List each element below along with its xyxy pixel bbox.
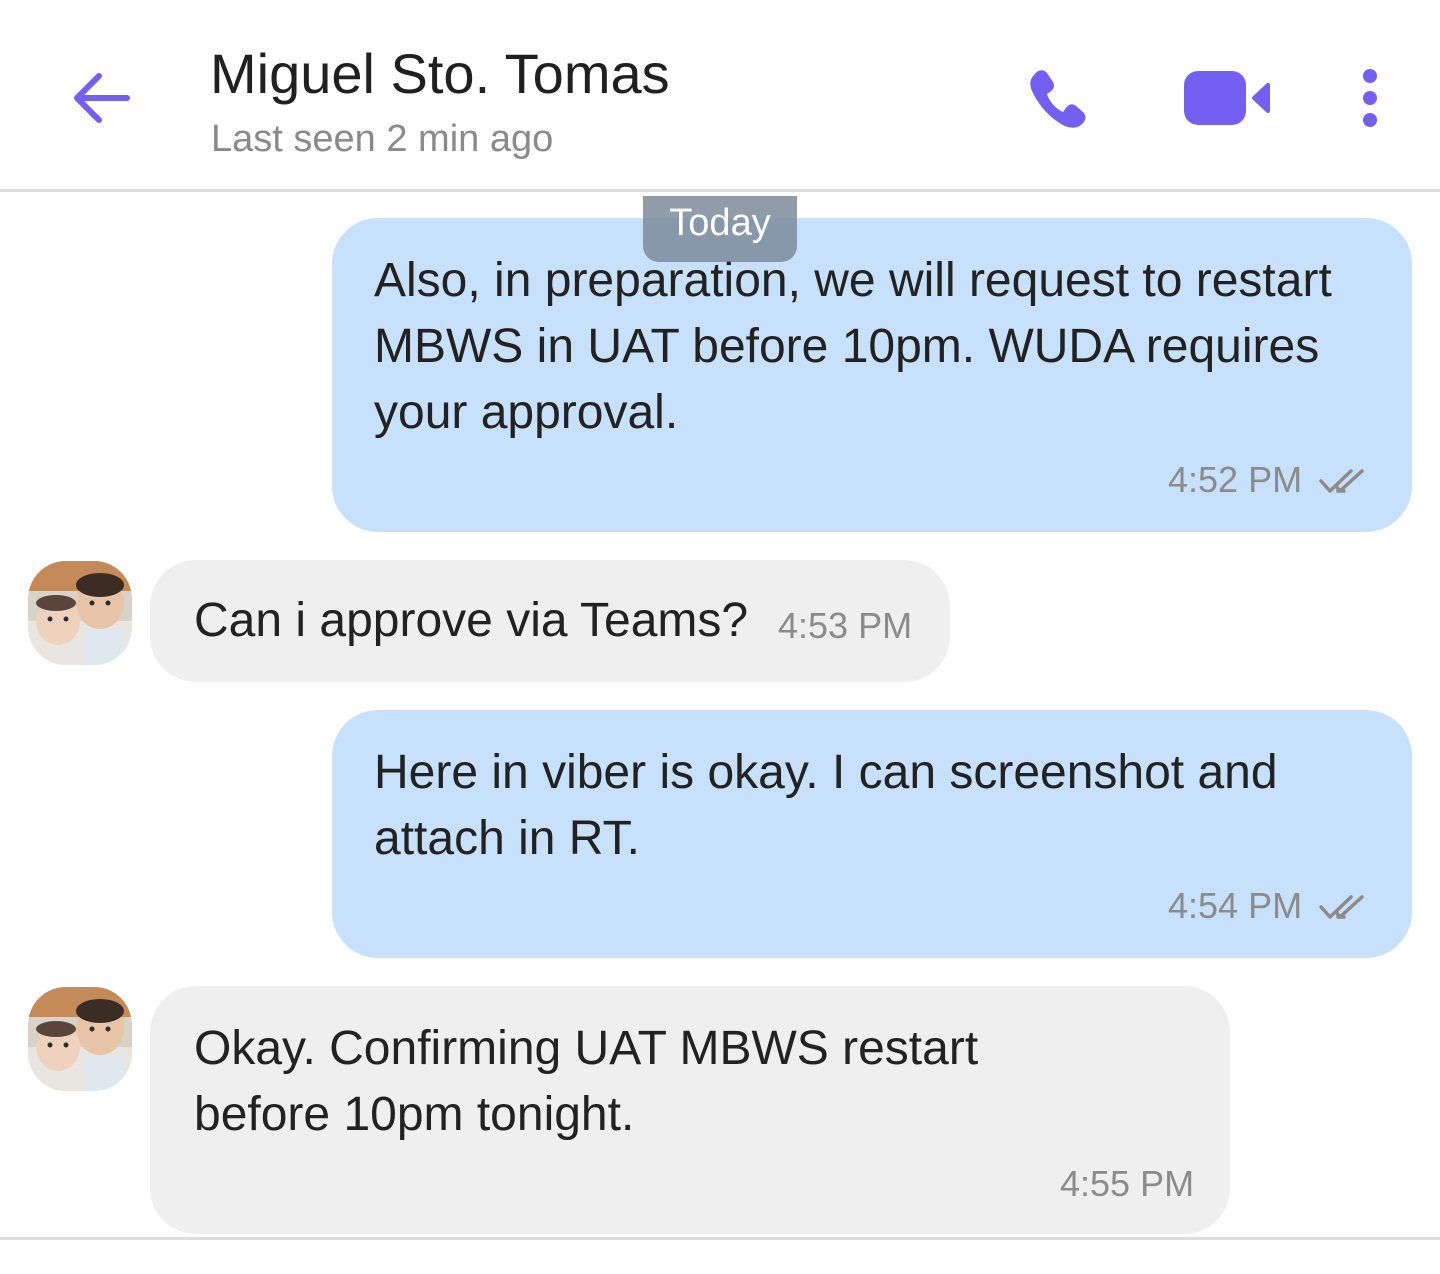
incoming-message[interactable]: Okay. Confirming UAT MBWS restart before…: [150, 986, 1230, 1234]
message-text: Here in viber is okay. I can screenshot …: [374, 746, 1278, 865]
incoming-message[interactable]: Can i approve via Teams? 4:53 PM: [150, 560, 950, 682]
message-time: 4:54 PM: [1168, 885, 1303, 926]
chat-header: Miguel Sto. Tomas Last seen 2 min ago: [0, 0, 1440, 192]
video-camera-icon: [1182, 69, 1274, 132]
contact-name[interactable]: Miguel Sto. Tomas: [210, 40, 670, 108]
last-seen-status: Last seen 2 min ago: [211, 118, 554, 160]
outgoing-message[interactable]: Here in viber is okay. I can screenshot …: [332, 710, 1412, 958]
voice-call-button[interactable]: [1018, 60, 1098, 140]
more-vertical-icon: [1360, 67, 1380, 134]
message-time: 4:55 PM: [1060, 1163, 1195, 1204]
message-text: Okay. Confirming UAT MBWS restart before…: [194, 1022, 979, 1141]
arrow-left-icon: [69, 70, 131, 131]
more-options-button[interactable]: [1340, 60, 1400, 140]
date-separator: Today: [643, 196, 797, 262]
message-text: Can i approve via Teams?: [194, 594, 749, 647]
composer-divider: [0, 1237, 1440, 1240]
read-check-icon: [1318, 468, 1370, 501]
video-call-button[interactable]: [1176, 60, 1280, 140]
contact-avatar[interactable]: [28, 561, 132, 665]
message-text: Also, in preparation, we will request to…: [374, 254, 1332, 439]
outgoing-message[interactable]: Also, in preparation, we will request to…: [332, 218, 1412, 532]
contact-avatar[interactable]: [28, 987, 132, 1091]
back-button[interactable]: [62, 62, 138, 138]
read-check-icon: [1318, 894, 1370, 927]
message-time: 4:52 PM: [1168, 459, 1303, 500]
message-time: 4:53 PM: [778, 605, 913, 646]
phone-icon: [1028, 67, 1088, 134]
